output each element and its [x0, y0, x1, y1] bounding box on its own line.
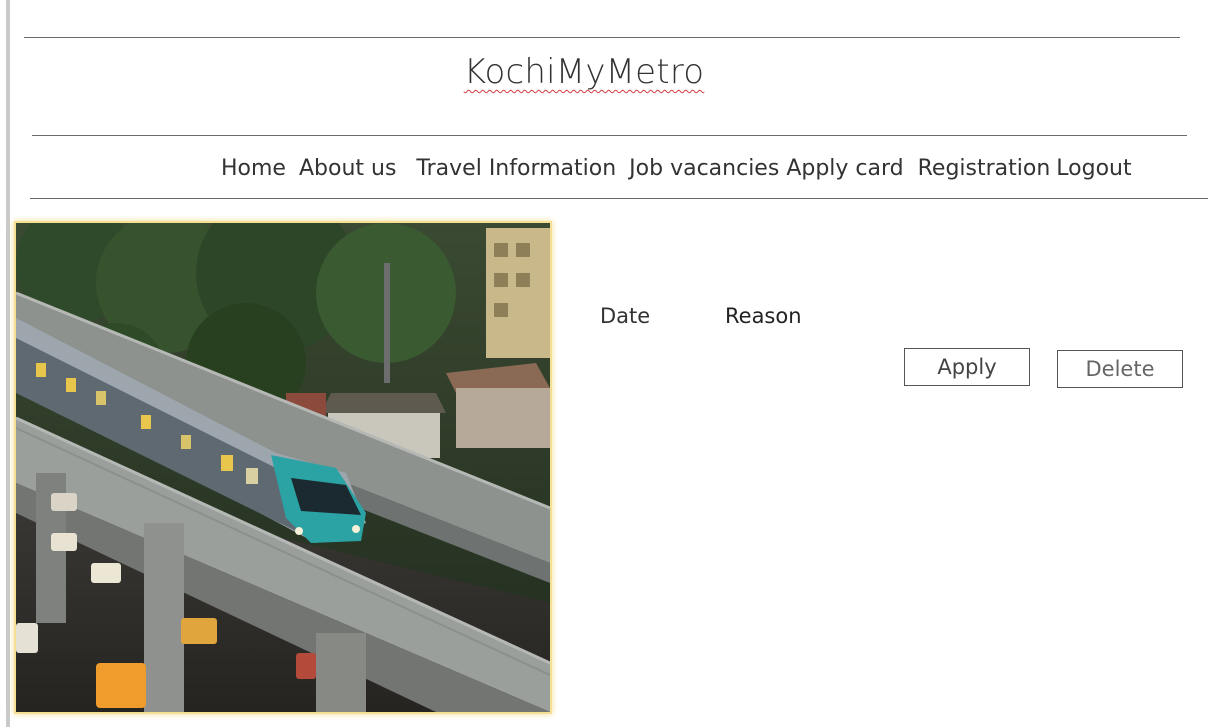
nav-home[interactable]: Home — [221, 156, 286, 181]
main-nav: Home About us Travel Information Job vac… — [221, 152, 1132, 184]
apply-button[interactable]: Apply — [904, 348, 1030, 386]
site-title: KochiMyMetro — [0, 52, 1168, 92]
nav-travel-information[interactable]: Travel Information — [416, 156, 616, 181]
left-edge-bar — [6, 0, 10, 727]
reason-label: Reason — [725, 304, 802, 328]
metro-train-photo — [16, 223, 550, 712]
nav-registration[interactable]: Registration — [918, 156, 1051, 181]
nav-job-vacancies[interactable]: Job vacancies — [629, 156, 779, 181]
top-divider — [24, 37, 1180, 38]
nav-logout[interactable]: Logout — [1056, 156, 1131, 181]
nav-apply-card[interactable]: Apply card — [786, 156, 903, 181]
delete-button[interactable]: Delete — [1057, 350, 1183, 388]
nav-bottom-divider — [30, 198, 1208, 199]
nav-about-us[interactable]: About us — [299, 156, 396, 181]
date-label: Date — [600, 304, 651, 328]
nav-top-divider — [32, 135, 1187, 136]
site-title-text: KochiMyMetro — [463, 52, 705, 92]
